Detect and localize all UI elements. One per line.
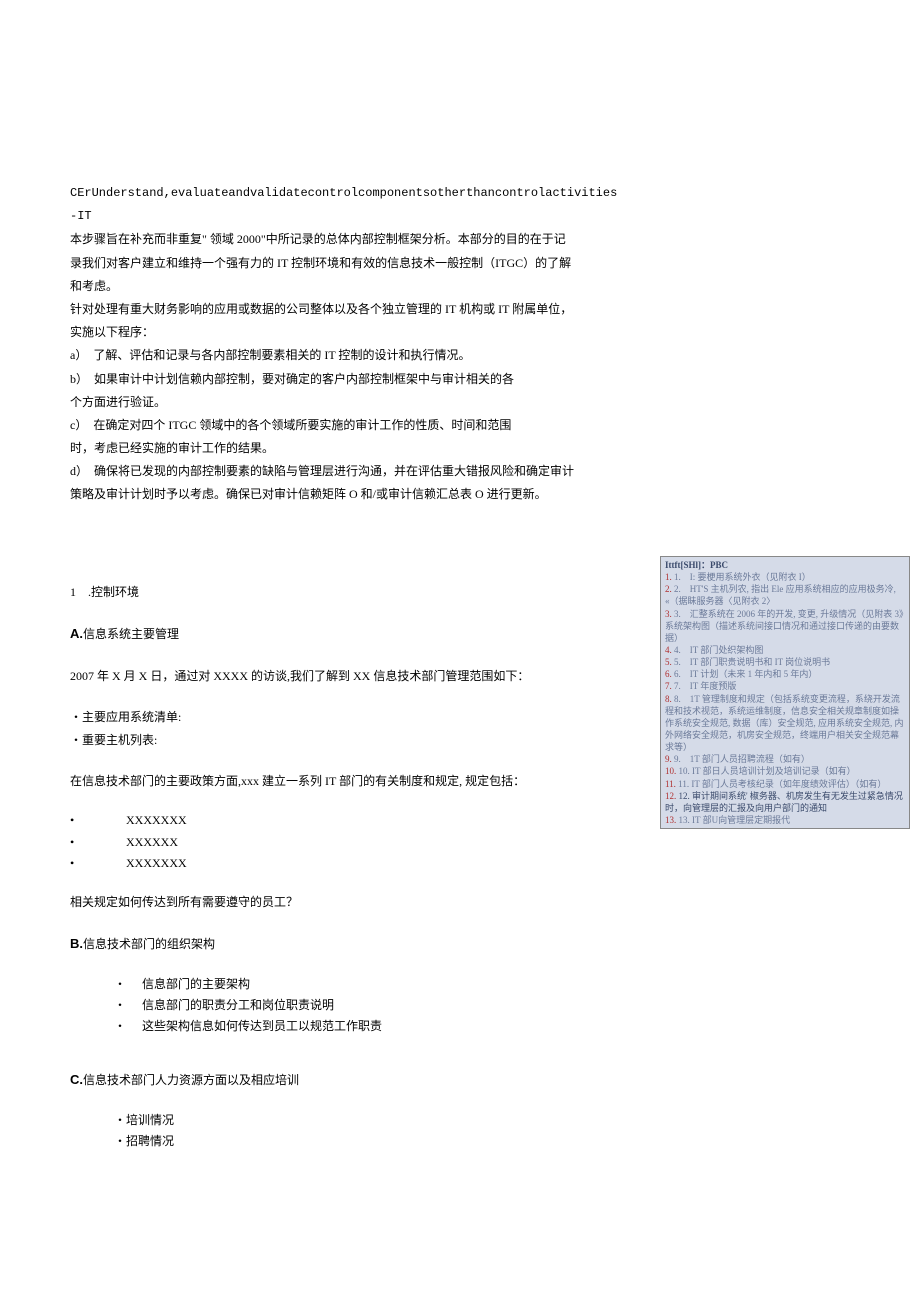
xx-row: • XXXXXX [70, 833, 850, 852]
comment-item: 3. 3. 汇整系统在 2006 年的开发, 变更, 升级情况（见附表 3》系统… [665, 608, 905, 644]
b-bullet: ・ 信息部门的职责分工和岗位职责说明 [114, 996, 850, 1015]
b-bullets: ・ 信息部门的主要架构 ・ 信息部门的职责分工和岗位职责说明 ・ 这些架构信息如… [70, 975, 850, 1037]
subsection-b-heading: B.信息技术部门的组织架构 [70, 934, 850, 955]
step-b: b） 如果审计中计划信赖内部控制，要对确定的客户内部控制框架中与审计相关的各 [70, 370, 850, 389]
step-c: c） 在确定对四个 ITGC 领域中的各个领域所要实施的审计工作的性质、时间和范… [70, 416, 850, 435]
label-a-text: 信息系统主要管理 [83, 627, 179, 641]
bullet-dot-icon: ・ [114, 1017, 142, 1036]
xx-text: XXXXXXX [98, 854, 187, 873]
a-question: 相关规定如何传达到所有需要遵守的员工？ [70, 893, 850, 912]
comment-item: 4. 4. IT 部门处织架构图 [665, 644, 905, 656]
step-c-cont: 时，考虑已经实施的审计工作的结果。 [70, 439, 850, 458]
bullet-dot-icon: • [70, 811, 98, 830]
comment-item: 5. 5. IT 部门职贵说明书和 IT 岗位说明书 [665, 656, 905, 668]
step-b-cont: 个方面进行验证。 [70, 393, 850, 412]
comment-item: 9. 9. 1T 部门人员招聘流程（如有） [665, 753, 905, 765]
b-bullet: ・ 这些架构信息如何传达到员工以规范工作职责 [114, 1017, 850, 1036]
step-a: a） 了解、评估和记录与各内部控制要素相关的 IT 控制的设计和执行情况。 [70, 346, 850, 365]
intro-block: 本步骤旨在补充而非重复" 领域 2000"中所记录的总体内部控制框架分析。本部分… [70, 230, 850, 342]
intro-line: 和考虑。 [70, 277, 850, 296]
xx-row: • XXXXXXX [70, 854, 850, 873]
xx-text: XXXXXX [98, 833, 178, 852]
comment-item: 13. 13. IT 部U向管理层定期报代 [665, 814, 905, 826]
label-a: A. [70, 626, 83, 641]
c-bullet: ・培训情况 [114, 1111, 850, 1130]
header-block: CErUnderstand,evaluateandvalidatecontrol… [70, 184, 850, 226]
comment-item: 11. 11. IT 部门人员考核纪录（如年度绩效评估）（如有） [665, 778, 905, 790]
header-line1: CErUnderstand,evaluateandvalidatecontrol… [70, 184, 850, 203]
bullet-dot-icon: • [70, 833, 98, 852]
step-d-cont: 策略及审计计划时予以考虑。确保已对审计信赖矩阵 O 和/或审计信赖汇总表 O 进… [70, 485, 850, 504]
c-bullet: ・招聘情况 [114, 1132, 850, 1151]
bullet-dot-icon: ・ [114, 975, 142, 994]
intro-line: 本步骤旨在补充而非重复" 领域 2000"中所记录的总体内部控制框架分析。本部分… [70, 230, 850, 249]
label-c: C. [70, 1072, 83, 1087]
comment-item: 10. 10. IT 部日人员培训计划及培训记录（如有） [665, 765, 905, 777]
header-line2: -IT [70, 207, 850, 226]
steps-block: a） 了解、评估和记录与各内部控制要素相关的 IT 控制的设计和执行情况。 b）… [70, 346, 850, 504]
b-bullet: ・ 信息部门的主要架构 [114, 975, 850, 994]
b-bullet-text: 信息部门的职责分工和岗位职责说明 [142, 996, 334, 1015]
comment-item: 7. 7. IT 年度预版 [665, 680, 905, 692]
comment-item: 2. 2. HT'S 主机列农, 指出 Ele 应用系统相应的应用极务冷, «（… [665, 583, 905, 607]
b-bullet-text: 信息部门的主要架构 [142, 975, 250, 994]
label-b-text: 信息技术部门的组织架构 [83, 937, 215, 951]
label-c-text: 信息技术部门人力资源方面以及相应培训 [83, 1073, 299, 1087]
c-bullets: ・培训情况 ・招聘情况 [70, 1111, 850, 1151]
comment-item: 6. 6. IT 计划（未来 1 年内和 5 年内） [665, 668, 905, 680]
intro-line: 针对处理有重大财务影响的应用或数据的公司整体以及各个独立管理的 IT 机构或 I… [70, 300, 850, 319]
comment-title: Ittft[SHl]：PBC [665, 559, 905, 571]
step-d: d） 确保将已发现的内部控制要素的缺陷与管理层进行沟通，并在评估重大错报风险和确… [70, 462, 850, 481]
subsection-c-heading: C.信息技术部门人力资源方面以及相应培训 [70, 1070, 850, 1091]
bullet-dot-icon: ・ [114, 996, 142, 1015]
label-b: B. [70, 936, 83, 951]
comment-item: 1. 1. I: 要梗用系统外衣（见附衣 I） [665, 571, 905, 583]
intro-line: 录我们对客户建立和维持一个强有力的 IT 控制环境和有效的信息技术一般控制（IT… [70, 254, 850, 273]
bullet-dot-icon: • [70, 854, 98, 873]
comment-item: 12. 12. 审计期间系统' 椒务器、机房发生有无发生过紧急情况时，向管理层的… [665, 790, 905, 814]
comment-balloon: Ittft[SHl]：PBC 1. 1. I: 要梗用系统外衣（见附衣 I） 2… [660, 556, 910, 829]
b-bullet-text: 这些架构信息如何传达到员工以规范工作职责 [142, 1017, 382, 1036]
xx-text: XXXXXXX [98, 811, 187, 830]
intro-line: 实施以下程序： [70, 323, 850, 342]
comment-item: 8. 8. 1T 管理制度和规定（包括系统变更流程，系绕开发流程和技术视范，系统… [665, 693, 905, 754]
